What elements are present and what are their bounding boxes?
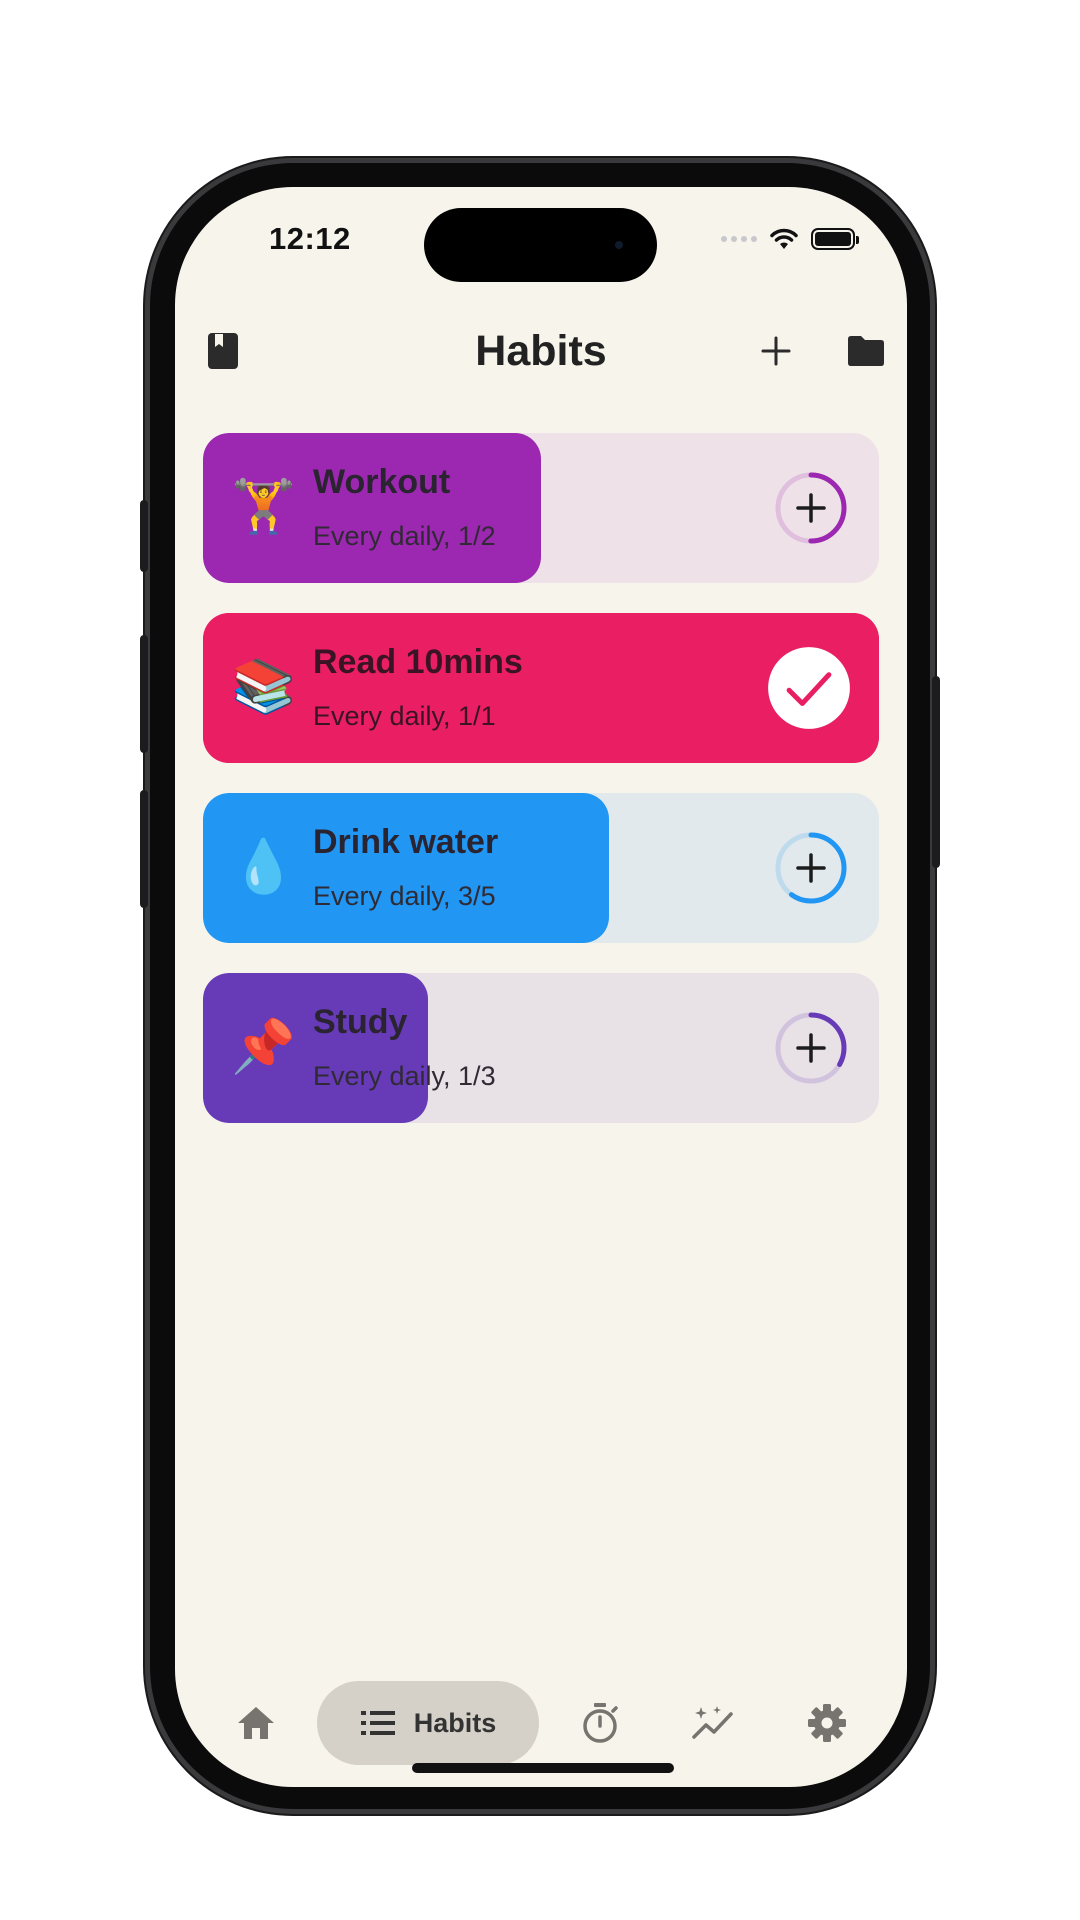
habit-emoji: 📌 bbox=[231, 1018, 296, 1076]
app-screen: 12:12 Habits 🏋 Workout Every daily, 1/2 … bbox=[175, 187, 907, 1787]
trend-sparkle-icon bbox=[692, 1706, 733, 1739]
nav-habits-label: Habits bbox=[413, 1707, 497, 1738]
wifi-icon bbox=[770, 228, 798, 249]
increment-progress-button[interactable] bbox=[773, 470, 849, 546]
habit-emoji: 💧 bbox=[231, 838, 296, 896]
increment-progress-button[interactable] bbox=[773, 830, 849, 906]
nav-statistics[interactable] bbox=[678, 1683, 748, 1763]
phone-volume-up-button bbox=[140, 635, 148, 753]
check-circle-background bbox=[768, 647, 850, 729]
home-icon bbox=[238, 1707, 274, 1739]
habit-frequency: Every daily, 3/5 bbox=[313, 881, 496, 911]
increment-progress-button[interactable] bbox=[773, 1010, 849, 1086]
battery-icon bbox=[811, 228, 859, 250]
habit-frequency: Every daily, 1/3 bbox=[313, 1061, 496, 1091]
completed-check-button[interactable] bbox=[767, 646, 851, 730]
phone-power-button bbox=[932, 676, 940, 868]
habit-card-study[interactable]: 📌 Study Every daily, 1/3 bbox=[203, 973, 879, 1123]
timer-icon bbox=[583, 1703, 618, 1743]
nav-settings[interactable] bbox=[792, 1683, 862, 1763]
habit-name: Workout bbox=[313, 463, 451, 501]
folder-button[interactable] bbox=[842, 327, 890, 375]
habit-card-workout[interactable]: 🏋 Workout Every daily, 1/2 bbox=[203, 433, 879, 583]
cellular-signal-icon bbox=[721, 236, 757, 242]
plus-icon bbox=[796, 1033, 826, 1063]
habit-frequency: Every daily, 1/1 bbox=[313, 701, 496, 731]
habit-name: Read 10mins bbox=[313, 643, 523, 681]
nav-habits[interactable]: Habits bbox=[317, 1681, 539, 1765]
add-habit-button[interactable] bbox=[752, 327, 800, 375]
status-time: 12:12 bbox=[269, 221, 351, 256]
habit-name: Drink water bbox=[313, 823, 499, 861]
nav-home[interactable] bbox=[221, 1683, 291, 1763]
plus-icon bbox=[796, 493, 826, 523]
status-indicators bbox=[721, 227, 859, 251]
plus-icon bbox=[796, 853, 826, 883]
habit-card-drink-water[interactable]: 💧 Drink water Every daily, 3/5 bbox=[203, 793, 879, 943]
home-indicator bbox=[412, 1763, 674, 1773]
habit-name: Study bbox=[313, 1003, 408, 1041]
phone-volume-down-button bbox=[140, 790, 148, 908]
folder-icon bbox=[848, 336, 884, 366]
gear-icon bbox=[808, 1704, 846, 1742]
bottom-navigation: Habits bbox=[175, 1677, 907, 1767]
habit-emoji: 🏋 bbox=[231, 478, 296, 536]
nav-timer[interactable] bbox=[565, 1683, 635, 1763]
habit-card-read[interactable]: 📚 Read 10mins Every daily, 1/1 bbox=[203, 613, 879, 763]
list-icon bbox=[360, 1711, 395, 1735]
phone-action-button bbox=[140, 500, 148, 572]
habit-emoji: 📚 bbox=[231, 658, 296, 716]
plus-icon bbox=[761, 336, 791, 366]
dynamic-island bbox=[424, 208, 657, 282]
habit-frequency: Every daily, 1/2 bbox=[313, 521, 496, 551]
